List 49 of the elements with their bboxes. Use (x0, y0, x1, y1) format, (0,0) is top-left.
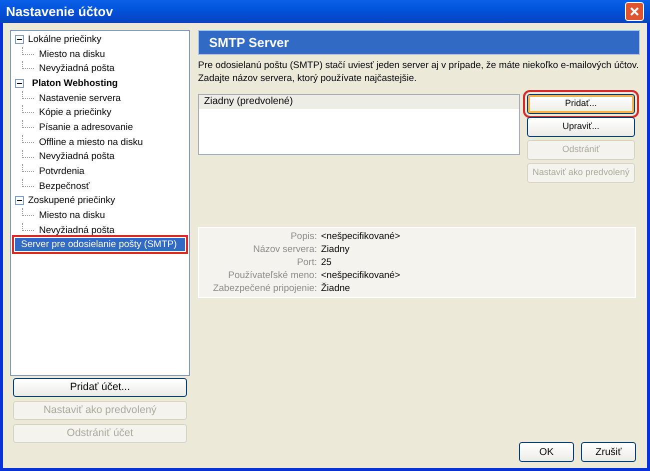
tree-line (22, 150, 34, 158)
tree-item[interactable]: Bezpečnosť (37, 180, 92, 193)
tree-item[interactable]: Lokálne priečinky (26, 32, 104, 46)
detail-value: <nešpecifikované> (321, 230, 402, 243)
tree-item[interactable]: Nevyžiadná pošta (37, 224, 117, 237)
tree-line (22, 61, 34, 70)
detail-value: 25 (321, 256, 333, 269)
tree-line (22, 90, 34, 99)
tree-line (22, 208, 34, 216)
tree-item[interactable]: Potvrdenia (37, 165, 86, 178)
tree-line (22, 164, 34, 172)
detail-label: Zabezpečené pripojenie: (212, 282, 318, 295)
tree-item[interactable]: Nastavenie servera (37, 92, 123, 105)
detail-label: Popis: (290, 230, 318, 243)
description-text: Pre odosielanú poštu (SMTP) stačí uviesť jeden server aj v prípade, že máte niekoľko e-mailových účtov. Zadajte názov servera, ktorý používate najčastejšie. (198, 59, 640, 85)
tree-item[interactable]: Nevyžiadná pošta (37, 62, 117, 76)
detail-value: Žiadne (321, 282, 352, 295)
tree-line (22, 46, 34, 55)
tree-item[interactable]: Miesto na disku (37, 209, 108, 222)
tree-item[interactable]: Kópie a priečinky (37, 106, 114, 120)
tree-line (22, 222, 34, 231)
tree-item[interactable]: Platon Webhosting (30, 76, 120, 90)
tree-item[interactable]: Písanie a adresovanie (37, 120, 136, 134)
tree-item[interactable]: Miesto na disku (37, 48, 108, 61)
close-icon (629, 6, 640, 17)
tree-line (22, 105, 34, 114)
window-title: Nastavenie účtov (6, 2, 113, 21)
detail-value: <nešpecifikované> (321, 269, 402, 282)
server-button[interactable]: Upraviť... (527, 117, 635, 137)
collapse-icon[interactable] (15, 196, 24, 206)
panel-title: SMTP Server (209, 34, 289, 52)
collapse-icon[interactable] (15, 78, 24, 88)
tree-item[interactable]: Nevyžiadná pošta (37, 150, 117, 164)
tree-item[interactable]: Server pre odosielanie pošty (SMTP) (15, 238, 185, 252)
tree-line (22, 134, 34, 143)
close-button[interactable] (625, 2, 644, 21)
tree-item[interactable]: Zoskupené priečinky (26, 194, 118, 208)
tree-item[interactable]: Offline a miesto na disku (37, 136, 145, 149)
collapse-icon[interactable] (15, 34, 24, 44)
dialog-button[interactable]: Zrušiť (581, 442, 636, 462)
server-row[interactable]: Ziadny (predvolené) (199, 95, 519, 109)
detail-label: Používateľské meno: (227, 269, 318, 282)
tree-line (22, 178, 34, 187)
detail-label: Názov servera: (252, 243, 318, 256)
detail-value: Ziadny (321, 243, 351, 256)
dialog-button[interactable]: OK (519, 442, 574, 462)
detail-label: Port: (296, 256, 318, 269)
tree-line (22, 120, 34, 128)
account-button[interactable]: Pridať účet... (13, 378, 187, 397)
